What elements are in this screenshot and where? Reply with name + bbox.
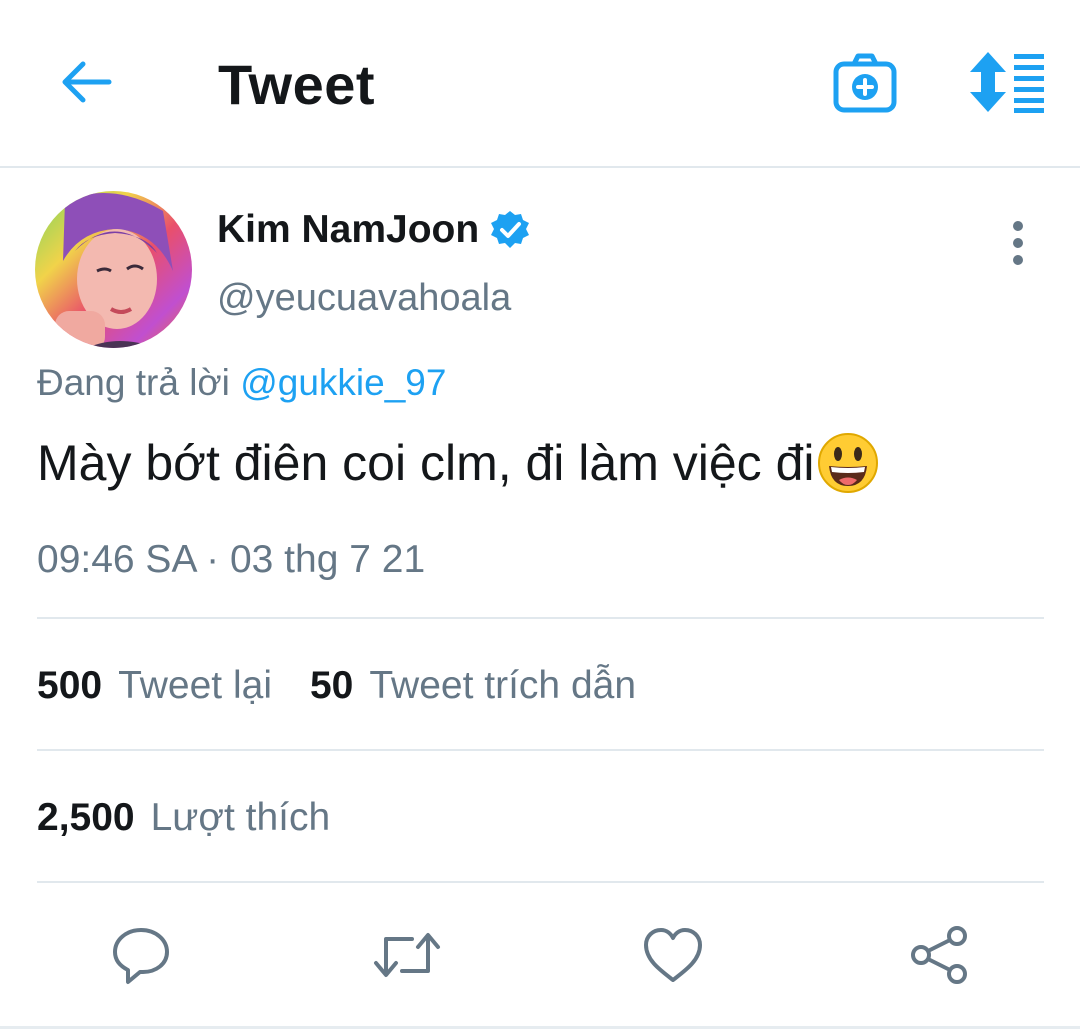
divider <box>37 881 1044 883</box>
likes-row: 2,500 Lượt thích <box>37 796 330 840</box>
avatar[interactable] <box>35 191 192 348</box>
divider <box>37 617 1044 619</box>
sort-icon <box>970 52 1044 113</box>
retweet-button[interactable] <box>372 920 442 990</box>
tweet-body: Mày bớt điên coi clm, đi làm việc đi <box>37 435 815 491</box>
camera-add-icon <box>833 53 897 113</box>
retweet-label[interactable]: Tweet lại <box>118 664 272 708</box>
share-icon <box>911 926 967 984</box>
like-icon <box>644 928 702 982</box>
top-bar: Tweet <box>0 0 1080 168</box>
camera-button[interactable] <box>832 50 898 116</box>
reply-icon <box>113 928 169 984</box>
sort-button[interactable] <box>968 50 1048 114</box>
replying-to: Đang trả lời @gukkie_97 <box>37 362 446 404</box>
retweet-icon <box>374 933 440 977</box>
like-button[interactable] <box>638 920 708 990</box>
like-count[interactable]: 2,500 <box>37 796 135 840</box>
tweet-text: Mày bớt điên coi clm, đi làm việc đi <box>37 432 879 494</box>
reply-button[interactable] <box>106 920 176 990</box>
like-label[interactable]: Lượt thích <box>151 796 331 840</box>
tweet-timestamp[interactable]: 09:46 SA · 03 thg 7 21 <box>37 538 425 582</box>
verified-badge-icon <box>491 211 530 248</box>
reply-mention-link[interactable]: @gukkie_97 <box>240 362 446 403</box>
stats-row: 500 Tweet lại 50 Tweet trích dẫn <box>37 664 636 708</box>
page-title: Tweet <box>218 53 376 116</box>
author-name[interactable]: Kim NamJoon <box>217 208 479 252</box>
more-options-button[interactable] <box>998 218 1038 268</box>
author-row[interactable]: Kim NamJoon <box>217 208 531 252</box>
smiley-emoji-icon <box>817 433 878 493</box>
profile-photo <box>35 191 192 348</box>
back-button[interactable] <box>56 54 116 110</box>
share-button[interactable] <box>904 920 974 990</box>
author-handle[interactable]: @yeucuavahoala <box>217 277 511 320</box>
quote-label[interactable]: Tweet trích dẫn <box>369 664 636 708</box>
divider <box>37 749 1044 751</box>
replying-to-label: Đang trả lời <box>37 362 230 403</box>
quote-count[interactable]: 50 <box>310 664 353 708</box>
retweet-count[interactable]: 500 <box>37 664 102 708</box>
arrow-left-icon <box>62 61 112 103</box>
more-vertical-icon <box>1013 221 1023 265</box>
